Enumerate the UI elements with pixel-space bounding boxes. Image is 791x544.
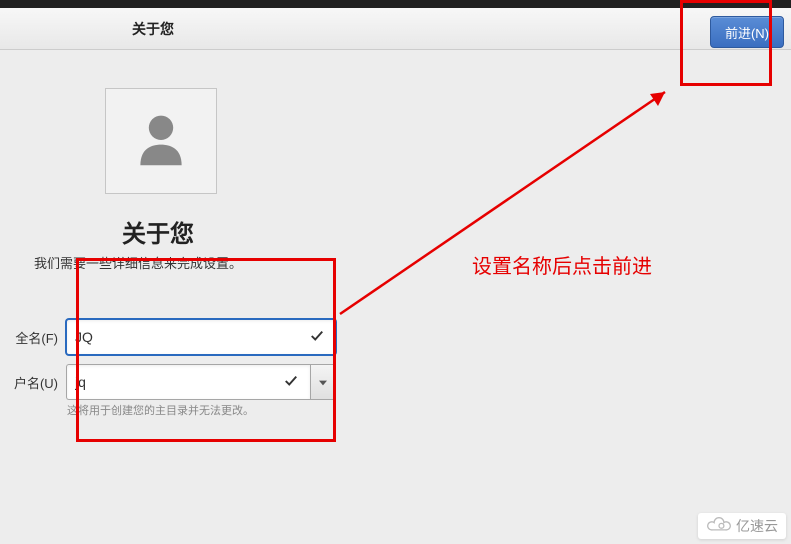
content-area: 关于您 我们需要一些详细信息来完成设置。 全名(F) 户名(U) 这将用于创建您… bbox=[0, 50, 791, 88]
username-input[interactable] bbox=[66, 364, 310, 400]
fullname-label: 全名(F) bbox=[0, 328, 58, 347]
user-icon bbox=[131, 107, 191, 176]
page-subheading: 我们需要一些详细信息来完成设置。 bbox=[34, 253, 242, 272]
username-label: 户名(U) bbox=[0, 373, 58, 392]
window-top-strip bbox=[0, 0, 791, 8]
fullname-row: 全名(F) bbox=[0, 319, 336, 355]
forward-button[interactable]: 前进(N) bbox=[710, 16, 784, 48]
page-heading: 关于您 bbox=[122, 214, 194, 249]
annotation-arrow bbox=[320, 74, 690, 324]
window-title: 关于您 bbox=[132, 19, 174, 39]
username-hint: 这将用于创建您的主目录并无法更改。 bbox=[67, 402, 254, 418]
annotation-text: 设置名称后点击前进 bbox=[472, 250, 652, 279]
title-bar: 关于您 前进(N) bbox=[0, 8, 791, 50]
chevron-down-icon bbox=[319, 373, 327, 391]
avatar-picker[interactable] bbox=[105, 88, 217, 194]
cloud-icon bbox=[706, 517, 732, 536]
watermark-text: 亿速云 bbox=[736, 516, 778, 536]
fullname-input[interactable] bbox=[66, 319, 336, 355]
username-dropdown-button[interactable] bbox=[310, 364, 336, 400]
username-row: 户名(U) bbox=[0, 364, 336, 400]
watermark: 亿速云 bbox=[698, 513, 786, 539]
